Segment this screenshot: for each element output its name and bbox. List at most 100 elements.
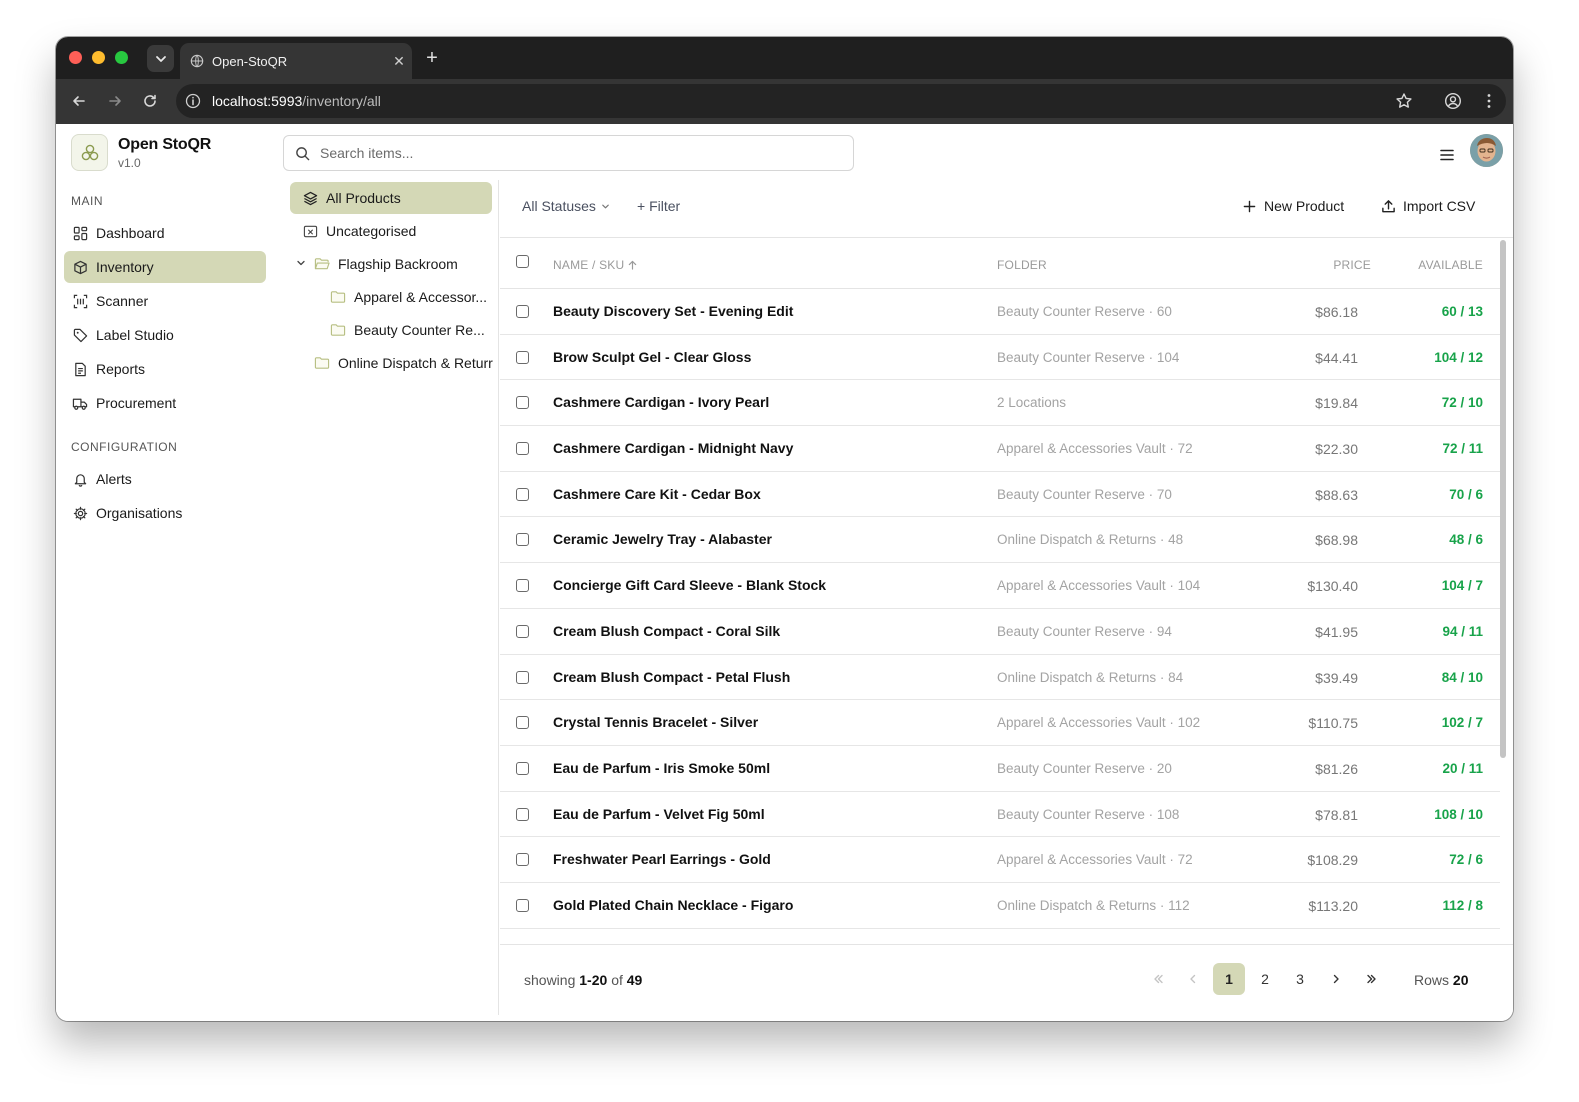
next-page-button[interactable] bbox=[1320, 963, 1352, 995]
close-window-button[interactable] bbox=[69, 51, 82, 64]
table-row[interactable]: Cashmere Care Kit - Cedar Box Beauty Coun… bbox=[500, 472, 1500, 518]
row-checkbox[interactable] bbox=[516, 807, 529, 821]
table-row[interactable]: Cashmere Cardigan - Midnight Navy Apparel… bbox=[500, 426, 1500, 472]
tree-item-beauty-counter[interactable]: Beauty Counter Re... bbox=[330, 314, 492, 346]
new-tab-button[interactable]: + bbox=[420, 46, 444, 70]
row-checkbox[interactable] bbox=[516, 442, 529, 456]
product-name[interactable]: Ceramic Jewelry Tray - Alabaster bbox=[553, 531, 772, 547]
row-checkbox[interactable] bbox=[516, 853, 529, 867]
brand-name: Open StoQR bbox=[118, 135, 212, 153]
table-row[interactable]: Brow Sculpt Gel - Clear Gloss Beauty Coun… bbox=[500, 335, 1500, 381]
product-name[interactable]: Eau de Parfum - Velvet Fig 50ml bbox=[553, 806, 765, 822]
tree-item-all-products[interactable]: All Products bbox=[290, 182, 492, 214]
sidebar-item-inventory[interactable]: Inventory bbox=[64, 251, 266, 283]
product-name[interactable]: Eau de Parfum - Iris Smoke 50ml bbox=[553, 760, 770, 776]
table-row[interactable]: Cream Blush Compact - Coral Silk Beauty C… bbox=[500, 609, 1500, 655]
row-checkbox[interactable] bbox=[516, 305, 529, 318]
product-name[interactable]: Cashmere Cardigan - Midnight Navy bbox=[553, 440, 793, 456]
column-header-folder[interactable]: FOLDER bbox=[997, 258, 1047, 272]
column-header-price[interactable]: PRICE bbox=[1333, 258, 1371, 272]
new-product-button[interactable]: New Product bbox=[1241, 198, 1344, 214]
row-checkbox[interactable] bbox=[516, 624, 529, 638]
row-checkbox[interactable] bbox=[516, 670, 529, 684]
row-checkbox[interactable] bbox=[516, 898, 529, 912]
sidebar-item-label-studio[interactable]: Label Studio bbox=[64, 319, 266, 351]
showing-total: 49 bbox=[626, 972, 643, 988]
table-row[interactable]: Crystal Tennis Bracelet - Silver Apparel … bbox=[500, 700, 1500, 746]
page-button-2[interactable]: 2 bbox=[1249, 963, 1281, 995]
page-button-3[interactable]: 3 bbox=[1284, 963, 1316, 995]
row-checkbox[interactable] bbox=[516, 350, 529, 364]
tab-search-button[interactable] bbox=[147, 45, 174, 72]
table-row[interactable]: Concierge Gift Card Sleeve - Blank Stock… bbox=[500, 563, 1500, 609]
tree-item-apparel[interactable]: Apparel & Accessor... bbox=[330, 281, 492, 313]
table-row[interactable]: Eau de Parfum - Iris Smoke 50ml Beauty Co… bbox=[500, 746, 1500, 792]
sidebar-item-organisations[interactable]: Organisations bbox=[64, 497, 266, 529]
tree-item-online-dispatch[interactable]: Online Dispatch & Returr bbox=[314, 347, 499, 379]
sidebar-item-procurement[interactable]: Procurement bbox=[64, 387, 266, 419]
rows-per-page-label: Rows bbox=[1414, 972, 1450, 988]
add-filter-button[interactable]: + Filter bbox=[637, 198, 680, 214]
status-filter-dropdown[interactable]: All Statuses bbox=[522, 198, 610, 214]
rows-per-page-select[interactable]: Rows 20 bbox=[1414, 972, 1468, 988]
menu-icon[interactable] bbox=[1436, 144, 1458, 166]
kebab-menu-icon[interactable] bbox=[1478, 90, 1500, 112]
table-row[interactable]: Cashmere Cardigan - Ivory Pearl 2 Locatio… bbox=[500, 380, 1500, 427]
maximize-window-button[interactable] bbox=[115, 51, 128, 64]
product-name[interactable]: Cashmere Care Kit - Cedar Box bbox=[553, 486, 761, 502]
row-checkbox[interactable] bbox=[516, 761, 529, 775]
reload-button[interactable] bbox=[138, 89, 162, 113]
last-page-button[interactable] bbox=[1356, 963, 1388, 995]
column-header-name[interactable]: NAME / SKU bbox=[553, 258, 637, 272]
sidebar-item-dashboard[interactable]: Dashboard bbox=[64, 217, 266, 249]
back-button[interactable] bbox=[67, 89, 91, 113]
product-available: 72 / 6 bbox=[1449, 852, 1483, 868]
row-checkbox[interactable] bbox=[516, 579, 529, 593]
sidebar-item-scanner[interactable]: Scanner bbox=[64, 285, 266, 317]
page-button-1[interactable]: 1 bbox=[1213, 963, 1245, 995]
product-name[interactable]: Gold Plated Chain Necklace - Figaro bbox=[553, 897, 793, 913]
table-row[interactable]: Freshwater Pearl Earrings - Gold Apparel … bbox=[500, 837, 1500, 883]
select-all-checkbox[interactable] bbox=[516, 255, 529, 268]
table-row[interactable]: Cream Blush Compact - Petal Flush Online … bbox=[500, 655, 1500, 701]
row-checkbox[interactable] bbox=[516, 487, 529, 501]
profile-icon[interactable] bbox=[1442, 90, 1464, 112]
product-name[interactable]: Cashmere Cardigan - Ivory Pearl bbox=[553, 394, 769, 410]
chevron-down-icon[interactable] bbox=[296, 258, 308, 271]
table-row[interactable]: Beauty Discovery Set - Evening Edit Beaut… bbox=[500, 289, 1500, 335]
product-name[interactable]: Brow Sculpt Gel - Clear Gloss bbox=[553, 349, 751, 365]
tree-item-flagship-backroom[interactable]: Flagship Backroom bbox=[296, 248, 492, 280]
brand[interactable]: Open StoQR v1.0 bbox=[71, 134, 211, 171]
row-checkbox[interactable] bbox=[516, 533, 529, 547]
column-header-available[interactable]: AVAILABLE bbox=[1418, 258, 1483, 272]
table-row[interactable]: Ceramic Jewelry Tray - Alabaster Online D… bbox=[500, 517, 1500, 564]
product-name[interactable]: Freshwater Pearl Earrings - Gold bbox=[553, 851, 771, 867]
forward-button[interactable] bbox=[103, 89, 127, 113]
search-input[interactable] bbox=[320, 145, 820, 161]
close-tab-icon[interactable]: ✕ bbox=[386, 53, 412, 70]
table-row[interactable]: Eau de Parfum - Velvet Fig 50ml Beauty Co… bbox=[500, 792, 1500, 838]
product-name[interactable]: Cream Blush Compact - Petal Flush bbox=[553, 669, 790, 685]
sidebar-item-reports[interactable]: Reports bbox=[64, 353, 266, 385]
sidebar-item-alerts[interactable]: Alerts bbox=[64, 463, 266, 495]
tree-item-uncategorised[interactable]: Uncategorised bbox=[302, 215, 492, 247]
row-checkbox[interactable] bbox=[516, 396, 529, 410]
previous-page-button[interactable] bbox=[1177, 963, 1209, 995]
first-page-button[interactable] bbox=[1142, 963, 1174, 995]
product-name[interactable]: Cream Blush Compact - Coral Silk bbox=[553, 623, 780, 639]
minimize-window-button[interactable] bbox=[92, 51, 105, 64]
product-price: $41.95 bbox=[1315, 623, 1358, 640]
address-bar[interactable]: localhost:5993/inventory/all bbox=[176, 84, 1506, 118]
avatar[interactable] bbox=[1470, 134, 1503, 167]
table-row[interactable]: Gold Plated Chain Necklace - Figaro Onlin… bbox=[500, 883, 1500, 929]
table-scrollbar[interactable] bbox=[1500, 240, 1506, 758]
browser-tab[interactable]: Open-StoQR ✕ bbox=[180, 43, 412, 79]
showing-range: 1-20 bbox=[579, 972, 608, 988]
row-checkbox[interactable] bbox=[516, 716, 529, 730]
product-name[interactable]: Concierge Gift Card Sleeve - Blank Stock bbox=[553, 577, 826, 593]
product-name[interactable]: Crystal Tennis Bracelet - Silver bbox=[553, 714, 758, 730]
site-info-icon[interactable] bbox=[184, 92, 202, 110]
import-csv-button[interactable]: Import CSV bbox=[1380, 198, 1475, 214]
product-name[interactable]: Beauty Discovery Set - Evening Edit bbox=[553, 303, 793, 319]
bookmark-star-icon[interactable] bbox=[1393, 90, 1415, 112]
